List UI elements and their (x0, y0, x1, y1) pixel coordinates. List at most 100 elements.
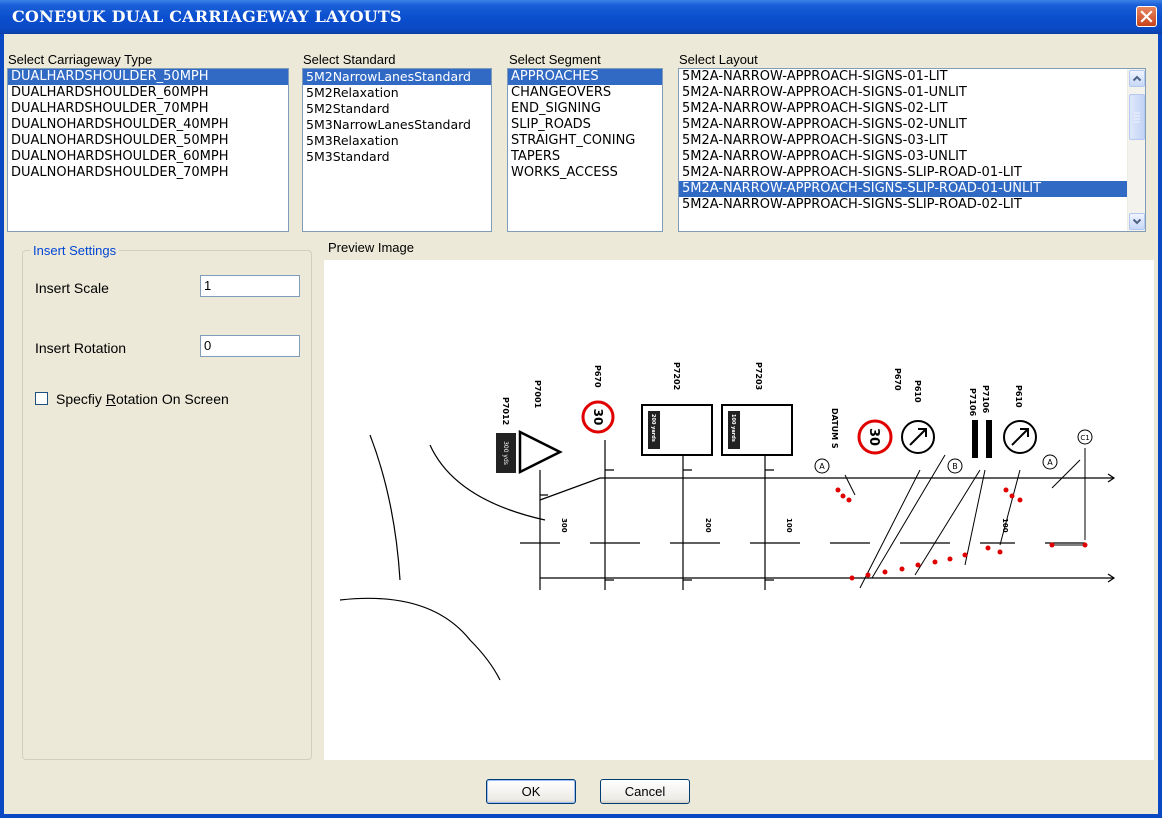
title-bar[interactable]: CONE9UK DUAL CARRIAGEWAY LAYOUTS (0, 0, 1162, 34)
label-p670: P670 (593, 365, 602, 388)
segment-item[interactable]: SLIP_ROADS (508, 117, 662, 133)
grip-icon (1134, 112, 1140, 123)
chainage-300: 300 (560, 518, 568, 533)
insert-settings-title: Insert Settings (30, 243, 120, 258)
segment-item[interactable]: END_SIGNING (508, 101, 662, 117)
post-1 (539, 470, 548, 590)
layout-item[interactable]: 5M2A-NARROW-APPROACH-SIGNS-03-LIT (679, 133, 1145, 149)
label-p7001: P7001 (533, 380, 542, 409)
window-border-left (0, 34, 4, 818)
close-icon (1140, 10, 1153, 23)
standard-item[interactable]: 5M2Standard (303, 101, 491, 117)
carriageway-item[interactable]: DUALNOHARDSHOULDER_70MPH (8, 165, 288, 181)
ok-button[interactable]: OK (486, 779, 576, 804)
post-4 (764, 455, 774, 590)
layout-item[interactable]: 5M2A-NARROW-APPROACH-SIGNS-02-UNLIT (679, 117, 1145, 133)
insert-rotation-input[interactable]: 0 (200, 335, 300, 357)
segment-listbox[interactable]: APPROACHES CHANGEOVERS END_SIGNING SLIP_ROA… (507, 68, 663, 232)
scroll-down-button[interactable] (1129, 213, 1145, 230)
segment-label: Select Segment (509, 52, 601, 67)
sign-p7106-bar (972, 420, 978, 458)
carriageway-item[interactable]: DUALHARDSHOULDER_60MPH (8, 85, 288, 101)
label-p670b: P670 (893, 368, 902, 391)
label-datum: DATUM S (830, 408, 839, 449)
segment-item[interactable]: STRAIGHT_CONING (508, 133, 662, 149)
scroll-up-button[interactable] (1129, 70, 1145, 87)
specify-rotation-label[interactable]: Specfiy Rotation On Screen (56, 391, 229, 407)
chevron-down-icon (1132, 218, 1142, 225)
standard-listbox[interactable]: 5M2NarrowLanesStandard 5M2Relaxation 5M2St… (302, 68, 492, 232)
specify-rotation-accelerator: R (105, 391, 116, 407)
yards-200: 200 yards (650, 414, 656, 442)
layout-item[interactable]: 5M2A-NARROW-APPROACH-SIGNS-03-UNLIT (679, 149, 1145, 165)
standard-item[interactable]: 5M2Relaxation (303, 85, 491, 101)
layout-item[interactable]: 5M2A-NARROW-APPROACH-SIGNS-SLIP-ROAD-01-… (679, 181, 1145, 197)
leader-lines (859, 454, 1081, 589)
layout-listbox[interactable]: 5M2A-NARROW-APPROACH-SIGNS-01-LIT 5M2A-NA… (678, 68, 1146, 232)
sign-p7001-triangle (518, 429, 563, 475)
insert-scale-input[interactable]: 1 (200, 275, 300, 297)
post-3 (682, 455, 692, 590)
slip-curve-c (339, 597, 501, 681)
layout-item[interactable]: 5M2A-NARROW-APPROACH-SIGNS-SLIP-ROAD-01-… (679, 165, 1145, 181)
standard-item[interactable]: 5M3Standard (303, 149, 491, 165)
arrow-top (1105, 473, 1116, 483)
carriageway-listbox[interactable]: DUALHARDSHOULDER_50MPH DUALHARDSHOULDER_6… (7, 68, 289, 232)
cone-group (835, 487, 1088, 581)
segment-item[interactable]: APPROACHES (508, 69, 662, 85)
chainage-200: 200 (704, 518, 712, 533)
specify-rotation-checkbox[interactable] (35, 392, 48, 405)
layout-scrollbar[interactable] (1127, 69, 1145, 231)
segment-item[interactable]: WORKS_ACCESS (508, 165, 662, 181)
carriageway-item[interactable]: DUALNOHARDSHOULDER_60MPH (8, 149, 288, 165)
close-button[interactable] (1136, 6, 1157, 27)
specify-rotation-text-b: otation On Screen (115, 391, 229, 407)
speed-text-2: 30 (866, 428, 881, 446)
layout-label: Select Layout (679, 52, 758, 67)
carriageway-item[interactable]: DUALHARDSHOULDER_50MPH (8, 69, 288, 85)
scroll-thumb[interactable] (1129, 94, 1145, 140)
standard-item[interactable]: 5M3NarrowLanesStandard (303, 117, 491, 133)
chainage-100b: 100 (1001, 518, 1009, 533)
carriageway-item[interactable]: DUALHARDSHOULDER_70MPH (8, 101, 288, 117)
preview-label: Preview Image (328, 240, 414, 255)
chevron-up-icon (1132, 75, 1142, 82)
standard-item[interactable]: 5M3Relaxation (303, 133, 491, 149)
carriageway-item[interactable]: DUALNOHARDSHOULDER_40MPH (8, 117, 288, 133)
layout-drawing: 300 yds 30 30 A B A C1 P7012 P7001 P670 … (339, 362, 1116, 681)
marker-a-text: A (819, 462, 825, 471)
marker-c1-text: C1 (1080, 434, 1089, 442)
label-p7202: P7202 (672, 362, 681, 390)
layout-item[interactable]: 5M2A-NARROW-APPROACH-SIGNS-02-LIT (679, 101, 1145, 117)
speed-text-1: 30 (591, 409, 605, 426)
sign-p7106b-bar (986, 420, 992, 458)
sign-p7012: 300 yds (496, 433, 516, 473)
kerb-top (539, 477, 1105, 501)
window-border-bottom (0, 814, 1162, 818)
layout-item[interactable]: 5M2A-NARROW-APPROACH-SIGNS-01-LIT (679, 69, 1145, 85)
preview-image: 300 yds 30 30 A B A C1 P7012 P7001 P670 … (324, 260, 1154, 760)
window-title: CONE9UK DUAL CARRIAGEWAY LAYOUTS (12, 7, 402, 26)
layout-item[interactable]: 5M2A-NARROW-APPROACH-SIGNS-01-UNLIT (679, 85, 1145, 101)
datum-leader (844, 474, 1085, 546)
sign-p7012-text: 300 yds (502, 441, 509, 465)
layout-item[interactable]: 5M2A-NARROW-APPROACH-SIGNS-SLIP-ROAD-02-… (679, 197, 1145, 213)
segment-item[interactable]: TAPERS (508, 149, 662, 165)
segment-item[interactable]: CHANGEOVERS (508, 85, 662, 101)
standard-label: Select Standard (303, 52, 396, 67)
label-p7203: P7203 (754, 362, 763, 390)
carriageway-label: Select Carriageway Type (8, 52, 153, 67)
label-p7106b: P7106 (981, 385, 990, 414)
specify-rotation-text-a: Specfiy (56, 391, 106, 407)
insert-rotation-label: Insert Rotation (35, 340, 127, 356)
cancel-button[interactable]: Cancel (600, 779, 690, 804)
standard-item[interactable]: 5M2NarrowLanesStandard (303, 69, 491, 85)
marker-a2-text: A (1047, 458, 1053, 467)
layout-items: 5M2A-NARROW-APPROACH-SIGNS-01-LIT 5M2A-NA… (679, 69, 1145, 213)
insert-settings-group (22, 250, 312, 760)
carriageway-item[interactable]: DUALNOHARDSHOULDER_50MPH (8, 133, 288, 149)
post-2-ticks (605, 469, 614, 581)
slip-curve-a (369, 434, 401, 581)
dialog-window: CONE9UK DUAL CARRIAGEWAY LAYOUTS Select … (0, 0, 1162, 818)
chainage-100: 100 (785, 518, 793, 533)
